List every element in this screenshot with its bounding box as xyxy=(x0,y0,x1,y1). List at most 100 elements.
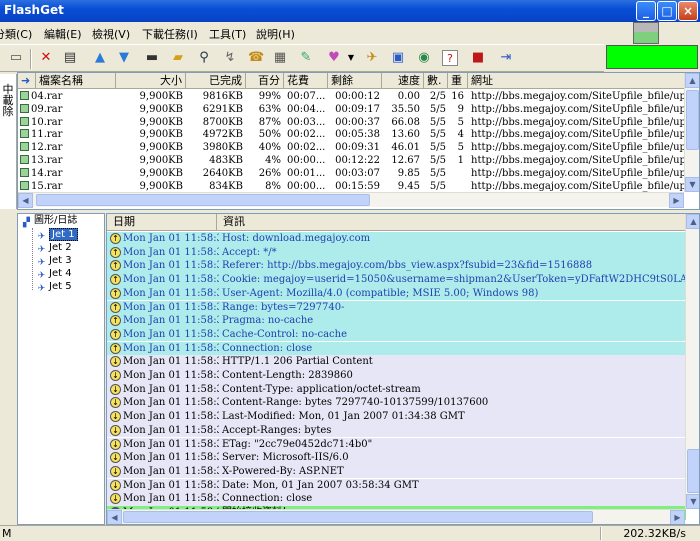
edit-icon[interactable]: ✎ xyxy=(298,50,314,66)
log-row[interactable]: ↓Mon Jan 01 11:58:3...Content-Range: byt… xyxy=(107,396,686,410)
column-date[interactable]: 日期 xyxy=(107,214,217,231)
start-icon[interactable]: ▬ xyxy=(144,50,160,66)
column-url[interactable]: 網址 xyxy=(468,73,699,89)
column-time-spent[interactable]: 花費 xyxy=(284,73,328,89)
column-speed[interactable]: 速度 xyxy=(382,73,424,89)
log-row[interactable]: ↑Mon Jan 01 11:58:3...Accept: */* xyxy=(107,245,686,260)
skin-icon[interactable]: ♥ xyxy=(326,50,342,66)
log-message: Cache-Control: no-cache xyxy=(222,328,347,340)
download-list-hscroll[interactable]: ◀ ▶ xyxy=(18,192,684,208)
column-info[interactable]: 資訊 xyxy=(217,214,686,231)
properties-icon[interactable]: ▤ xyxy=(62,50,78,66)
download-cell-name: 14.rar xyxy=(20,167,116,180)
menu-view[interactable]: 檢視(V) xyxy=(92,26,130,42)
open-folder-icon[interactable]: ▰ xyxy=(170,50,186,66)
menu-tools[interactable]: 工具(T) xyxy=(209,26,246,42)
download-cell-done: 9816KB xyxy=(202,91,243,102)
response-arrow-icon: ↓ xyxy=(110,424,121,436)
log-message: Connection: close xyxy=(222,342,313,354)
download-row[interactable]: 12.rar 9,900KB 3980KB 40% 00:02... 00:09:31 46… xyxy=(18,141,686,154)
column-filename[interactable]: 檔案名稱 xyxy=(36,73,116,89)
log-row[interactable]: ↑Mon Jan 01 11:58:3...Range: bytes=72977… xyxy=(107,300,686,315)
speed-graph-widget[interactable] xyxy=(633,22,659,44)
download-cell-speed: 0.00 xyxy=(397,91,420,102)
download-row[interactable]: 15.rar 9,900KB 834KB 8% 00:00... 00:15:59 9.45… xyxy=(18,180,686,193)
download-row[interactable]: 10.rar 9,900KB 8700KB 87% 00:03... 00:00:37 66… xyxy=(18,116,686,129)
download-cell-done: 3980KB xyxy=(202,142,243,154)
download-cell-retry: 4 xyxy=(457,129,464,141)
download-cell-spent: 00:02... xyxy=(287,142,326,154)
column-retry[interactable]: 重 xyxy=(448,73,468,89)
tree-item-jet-2[interactable]: ✈ Jet 2 xyxy=(36,242,72,256)
column-size[interactable]: 大小 xyxy=(116,73,186,89)
log-message: HTTP/1.1 206 Partial Content xyxy=(222,356,373,368)
download-list-vscroll[interactable]: ▲ ▼ xyxy=(684,73,699,192)
log-row[interactable]: ↑Mon Jan 01 11:58:3...Host: download.meg… xyxy=(107,232,686,246)
minimize-button[interactable]: _ xyxy=(636,1,656,21)
download-row[interactable]: 11.rar 9,900KB 4972KB 50% 00:02... 00:05:38 13… xyxy=(18,128,686,141)
close-button[interactable]: × xyxy=(678,1,698,21)
tree-item-jet-4[interactable]: ✈ Jet 4 xyxy=(36,268,72,282)
connect-icon[interactable]: ↯ xyxy=(222,50,238,66)
site-explorer-icon[interactable]: ■ xyxy=(470,50,486,66)
log-row[interactable]: ↑Mon Jan 01 11:58:3...Cache-Control: no-… xyxy=(107,327,686,342)
maximize-button[interactable]: □ xyxy=(657,1,677,21)
category-label[interactable]: 除 xyxy=(0,106,16,117)
log-row[interactable]: ↓Mon Jan 01 11:58:3...X-Powered-By: ASP.… xyxy=(107,464,686,479)
log-row[interactable]: ↑Mon Jan 01 11:58:3...Pragma: no-cache xyxy=(107,314,686,328)
help-icon[interactable]: ? xyxy=(442,50,458,66)
category-strip: 中 載 除 xyxy=(0,74,17,209)
schedule-icon[interactable]: ▦ xyxy=(272,50,288,66)
menu-download-task[interactable]: 下載任務(I) xyxy=(142,26,198,42)
column-time-left[interactable]: 剩餘 xyxy=(328,73,382,89)
log-row[interactable]: ↓Mon Jan 01 11:58:3...Last-Modified: Mon… xyxy=(107,410,686,424)
column-blocks[interactable]: 數. xyxy=(424,73,448,89)
log-row[interactable]: ↑Mon Jan 01 11:58:3...User-Agent: Mozill… xyxy=(107,286,686,301)
download-cell-pct: 26% xyxy=(258,167,281,179)
menu-category[interactable]: 分類(C) xyxy=(0,26,32,42)
new-download-icon[interactable]: ▭ xyxy=(8,50,24,66)
log-row[interactable]: ↓Mon Jan 01 11:58:3...Date: Mon, 01 Jan … xyxy=(107,478,686,493)
log-date: Mon Jan 01 11:58:3... xyxy=(123,342,219,354)
log-row[interactable]: ↓Mon Jan 01 11:58:3...HTTP/1.1 206 Parti… xyxy=(107,355,686,369)
log-hscroll[interactable]: ◀ ▶ xyxy=(107,509,685,524)
log-date: Mon Jan 01 11:58:3... xyxy=(123,274,219,286)
dropdown-arrow-icon[interactable]: ▼ xyxy=(343,50,359,66)
download-cell-blocks: 5/5 xyxy=(429,167,446,179)
globe-icon[interactable]: ◉ xyxy=(416,50,432,66)
tree-item-jet-1[interactable]: ✈ Jet 1 xyxy=(36,228,78,243)
log-row[interactable]: ↓Mon Jan 01 11:58:3...Server: Microsoft-… xyxy=(107,451,686,465)
delete-icon[interactable]: ✕ xyxy=(38,50,54,66)
log-vscroll[interactable]: ▲ ▼ xyxy=(685,214,699,509)
move-down-icon[interactable]: ▼ xyxy=(116,50,132,66)
menu-edit[interactable]: 編輯(E) xyxy=(44,26,82,42)
download-row[interactable]: 04.rar 9,900KB 9816KB 99% 00:07... 00:00:12 0.… xyxy=(18,90,686,103)
log-row[interactable]: ↑Mon Jan 01 11:58:3...Connection: close xyxy=(107,341,686,356)
tree-item-jet-3[interactable]: ✈ Jet 3 xyxy=(36,255,72,269)
log-row[interactable]: ↓Mon Jan 01 11:58:3...Content-Length: 28… xyxy=(107,369,686,383)
exit-icon[interactable]: ⇥ xyxy=(498,50,514,66)
log-row[interactable]: ↓Mon Jan 01 11:58:3...Accept-Ranges: byt… xyxy=(107,423,686,438)
tree-root[interactable]: ▞ 圖形/日誌 xyxy=(21,215,77,229)
log-row[interactable]: ↑Mon Jan 01 11:58:3...Cookie: megajoy=us… xyxy=(107,273,686,287)
download-cell-retry: 1 xyxy=(457,155,464,166)
log-row[interactable]: ↑Mon Jan 01 11:58:3...Referer: http://bb… xyxy=(107,259,686,273)
jet-icon[interactable]: ✈ xyxy=(364,50,380,66)
download-row[interactable]: 09.rar 9,900KB 6291KB 63% 00:04... 00:09:17 35… xyxy=(18,103,686,116)
move-up-icon[interactable]: ▲ xyxy=(92,50,108,66)
log-row[interactable]: ↓Mon Jan 01 11:58:3...Connection: close xyxy=(107,492,686,506)
menu-help[interactable]: 說明(H) xyxy=(256,26,295,42)
download-row[interactable]: 14.rar 9,900KB 2640KB 26% 00:01... 00:03:07 9.… xyxy=(18,167,686,180)
find-icon[interactable]: ⚲ xyxy=(196,50,212,66)
download-cell-url: http://bbs.megajoy.com/SiteUpfile_bfile/… xyxy=(471,91,684,102)
column-completed[interactable]: 已完成 xyxy=(186,73,246,89)
log-row[interactable]: ↓Mon Jan 01 11:58:3...Content-Type: appl… xyxy=(107,382,686,397)
dial-icon[interactable]: ☎ xyxy=(248,50,264,66)
tree-item-jet-5[interactable]: ✈ Jet 5 xyxy=(36,281,72,295)
log-message: Content-Range: bytes 7297740-10137599/10… xyxy=(222,397,489,409)
download-row[interactable]: 13.rar 9,900KB 483KB 4% 00:00... 00:12:22 12.6… xyxy=(18,154,686,167)
monitor-icon[interactable]: ▣ xyxy=(390,50,406,66)
log-row[interactable]: ↓Mon Jan 01 11:58:3...ETag: "2cc79e0452d… xyxy=(107,437,686,452)
column-percent[interactable]: 百分 xyxy=(246,73,284,89)
status-column-icon[interactable]: ➜ xyxy=(18,73,36,89)
